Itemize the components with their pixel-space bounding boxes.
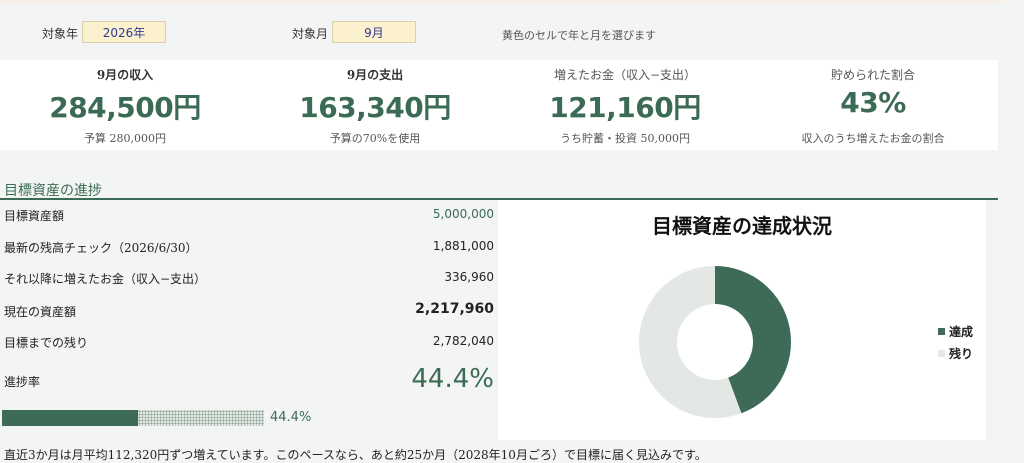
row-latest-balance: 最新の残高チェック（2026/6/30） 1,881,000 (0, 239, 498, 259)
row-increase-since: それ以降に増えたお金（収入−支出） 336,960 (0, 270, 498, 290)
kpi-band: 9月の収入 284,500円 予算 280,000円 9月の支出 163,340… (0, 60, 998, 150)
kpi-value: 121,160円 (549, 91, 701, 124)
top-border (0, 0, 1000, 3)
kpi-title: 9月の支出 (346, 68, 404, 82)
row-label: 目標資産額 (4, 209, 65, 223)
goal-chart: 目標資産の達成状況 達成 残り (498, 200, 986, 440)
kpi-savings-rate: 貯められた割合 43% 収入のうち増えたお金の割合 (748, 60, 998, 150)
legend-swatch (938, 349, 945, 357)
row-label: 現在の資産額 (4, 305, 77, 319)
kpi-note: 予算の70%を使用 (329, 132, 421, 145)
row-value: 2,782,040 (432, 334, 494, 348)
legend-label: 達成 (949, 324, 974, 339)
kpi-expense: 9月の支出 163,340円 予算の70%を使用 (250, 60, 500, 150)
row-current-assets: 現在の資産額 2,217,960 (0, 301, 498, 323)
year-label: 対象年 (42, 27, 79, 41)
chart-title: 目標資産の達成状況 (652, 214, 832, 238)
donut-chart (639, 266, 791, 418)
row-label: 進捗率 (4, 375, 41, 389)
row-label: 最新の残高チェック（2026/6/30） (4, 241, 198, 255)
kpi-value: 163,340円 (299, 91, 451, 124)
progress-bar (2, 410, 264, 426)
legend-label: 残り (949, 346, 974, 361)
kpi-title: 貯められた割合 (830, 68, 915, 82)
row-progress-rate: 進捗率 44.4% (0, 364, 498, 398)
row-remaining: 目標までの残り 2,782,040 (0, 334, 498, 354)
legend-item-remaining: 残り (938, 342, 973, 364)
kpi-note: うち貯蓄・投資 50,000円 (560, 132, 690, 145)
kpi-income: 9月の収入 284,500円 予算 280,000円 (0, 60, 250, 150)
legend-swatch (938, 327, 945, 335)
kpi-title: 増えたお金（収入−支出） (553, 68, 697, 82)
kpi-title: 9月の収入 (96, 68, 154, 82)
year-select[interactable]: 2026年 (82, 21, 166, 43)
kpi-value: 284,500円 (49, 91, 201, 124)
row-label: 目標までの残り (4, 336, 89, 350)
row-target-assets: 目標資産額 5,000,000 (0, 207, 498, 227)
kpi-net-increase: 増えたお金（収入−支出） 121,160円 うち貯蓄・投資 50,000円 (500, 60, 750, 150)
row-value: 44.4% (411, 364, 494, 394)
section-title: 目標資産の進捗 (4, 183, 102, 199)
row-value: 2,217,960 (415, 301, 494, 317)
forecast-text: 直近3か月は月平均112,320円ずつ増えています。このペースなら、あと約25か… (4, 448, 707, 462)
month-label: 対象月 (292, 27, 329, 41)
progress-label: 44.4% (270, 410, 312, 425)
kpi-note: 予算 280,000円 (84, 132, 166, 145)
progress-fill (2, 410, 138, 426)
row-value: 5,000,000 (432, 207, 494, 221)
kpi-note: 収入のうち増えたお金の割合 (801, 132, 945, 145)
selection-hint: 黄色のセルで年と月を選びます (502, 29, 656, 42)
progress-remaining (138, 410, 264, 426)
kpi-value: 43% (840, 86, 906, 119)
chart-legend: 達成 残り (938, 320, 973, 364)
row-value: 336,960 (444, 270, 494, 284)
row-value: 1,881,000 (432, 239, 494, 253)
month-select[interactable]: 9月 (332, 21, 416, 43)
legend-item-achieved: 達成 (938, 320, 973, 342)
row-label: それ以降に増えたお金（収入−支出） (4, 272, 207, 286)
